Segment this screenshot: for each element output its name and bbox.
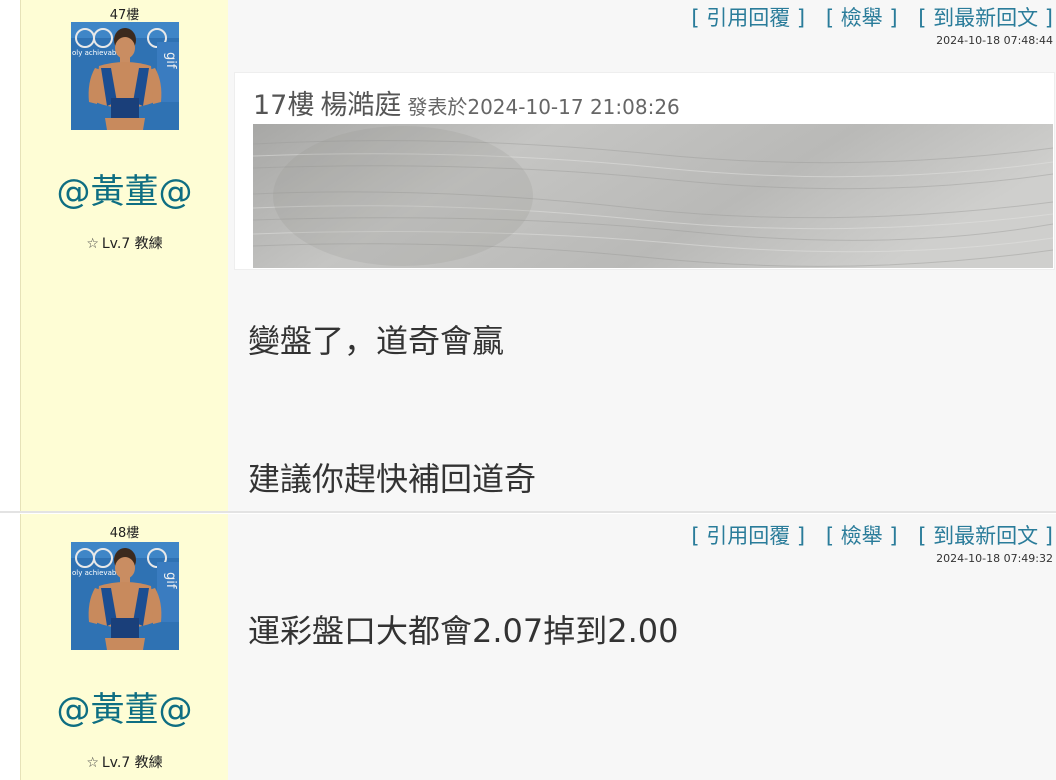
svg-text:gif: gif	[163, 52, 178, 69]
post-sidebar: 47樓 gif oly achievabl @黃董@ ☆ Lv.7 教練	[21, 0, 228, 512]
quote-reply-link[interactable]: [ 引用回覆 ]	[691, 6, 805, 30]
post-timestamp: 2024-10-18 07:49:32	[936, 552, 1053, 565]
user-level-label: Lv.7 教練	[101, 755, 163, 771]
post-actions: [ 引用回覆 ] [ 檢舉 ] [ 到最新回文 ]	[677, 520, 1053, 550]
quote-image[interactable]	[253, 124, 1053, 268]
post-timestamp: 2024-10-18 07:48:44	[936, 34, 1053, 47]
post-48: 48樓 gif oly achievabl @黃董@ ☆ Lv.7 教練 [引…	[20, 514, 1056, 780]
star-icon: ☆	[86, 236, 99, 252]
quote-floor: 17樓	[253, 90, 315, 121]
quote-reply-link[interactable]: [ 引用回覆 ]	[691, 524, 805, 548]
latest-reply-link[interactable]: [ 到最新回文 ]	[918, 524, 1053, 548]
avatar[interactable]: gif oly achievabl	[71, 22, 179, 130]
quote-meta: 發表於2024-10-17 21:08:26	[407, 95, 680, 119]
quoted-photo	[253, 124, 1053, 268]
star-icon: ☆	[86, 755, 99, 771]
post-message: 運彩盤口大都會2.07掉到2.00	[248, 612, 679, 650]
post-47: 47樓 gif oly achievabl @黃董@ ☆ Lv.7 教練 [引…	[20, 0, 1056, 512]
post-message: 建議你趕快補回道奇	[248, 460, 537, 498]
report-link[interactable]: [ 檢舉 ]	[826, 524, 898, 548]
latest-reply-link[interactable]: [ 到最新回文 ]	[918, 6, 1053, 30]
post-sidebar: 48樓 gif oly achievabl @黃董@ ☆ Lv.7 教練	[21, 514, 228, 780]
post-content: [ 引用回覆 ] [ 檢舉 ] [ 到最新回文 ] 2024-10-18 07:…	[228, 514, 1056, 780]
post-divider	[0, 511, 1056, 513]
quote-user[interactable]: 楊澔庭	[320, 90, 401, 121]
forum-thread: 47樓 gif oly achievabl @黃董@ ☆ Lv.7 教練 [引…	[0, 0, 1056, 780]
floor-number: 47樓	[109, 8, 140, 23]
user-level: ☆ Lv.7 教練	[21, 752, 228, 772]
report-link[interactable]: [ 檢舉 ]	[826, 6, 898, 30]
svg-text:gif: gif	[163, 572, 178, 589]
post-content: [ 引用回覆 ] [ 檢舉 ] [ 到最新回文 ] 2024-10-18 07:…	[228, 0, 1056, 512]
quote-header: 17樓 楊澔庭 發表於2024-10-17 21:08:26	[253, 83, 680, 122]
username[interactable]: @黃董@	[21, 682, 228, 731]
avatar-image: gif oly achievabl	[71, 22, 179, 130]
post-actions: [ 引用回覆 ] [ 檢舉 ] [ 到最新回文 ]	[677, 2, 1053, 32]
avatar-sign-text: oly achievabl	[72, 49, 118, 57]
post-message: 變盤了，道奇會贏	[248, 322, 505, 360]
quote-block: 17樓 楊澔庭 發表於2024-10-17 21:08:26	[234, 72, 1055, 270]
avatar-image: gif oly achievabl	[71, 542, 179, 650]
floor-number: 48樓	[109, 526, 140, 541]
avatar[interactable]: gif oly achievabl	[71, 542, 179, 650]
user-level-label: Lv.7 教練	[101, 236, 163, 252]
avatar-sign-text: oly achievabl	[72, 569, 118, 577]
username[interactable]: @黃董@	[21, 164, 228, 213]
user-level: ☆ Lv.7 教練	[21, 233, 228, 253]
